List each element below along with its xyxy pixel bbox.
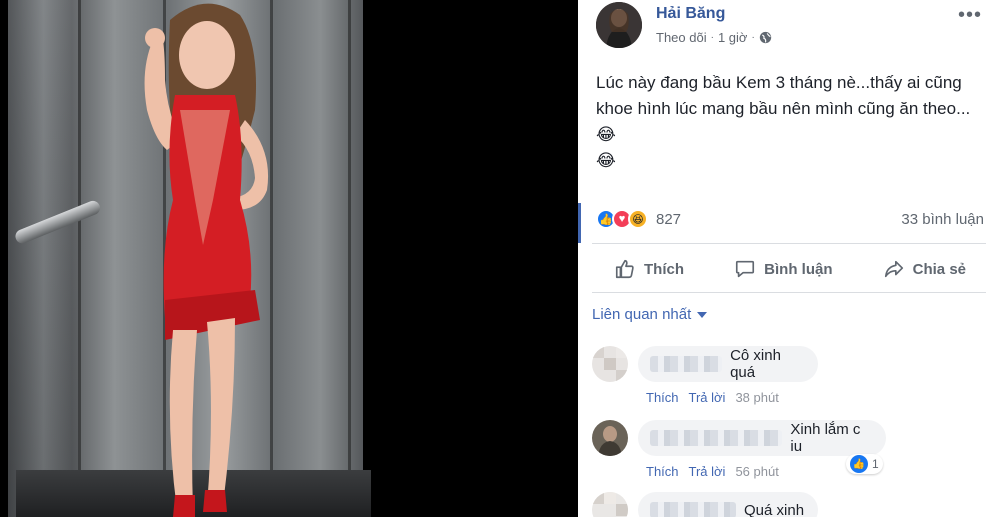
comment-label: Bình luận <box>764 260 833 278</box>
reaction-summary[interactable]: 👍 ♥ 😆 827 33 bình luận <box>596 206 984 232</box>
comment-button[interactable]: Bình luận <box>716 258 850 280</box>
reaction-count[interactable]: 827 <box>656 211 681 228</box>
thumbs-up-icon <box>615 259 634 279</box>
author-name[interactable]: Hải Băng <box>656 5 725 23</box>
globe-icon <box>759 31 771 44</box>
comment-text: Quá xinh <box>744 501 805 517</box>
comment-reply-link[interactable]: Trả lời <box>689 390 726 405</box>
comment-like-count: 1 <box>872 457 879 471</box>
caret-down-icon <box>697 311 708 318</box>
comment-bubble: Xinh lắm c iu <box>638 420 886 456</box>
comment-sort-dropdown[interactable]: Liên quan nhất <box>592 306 708 323</box>
comment-like-link[interactable]: Thích <box>646 464 679 479</box>
commenter-avatar[interactable] <box>592 492 628 517</box>
share-label: Chia sẻ <box>912 260 966 278</box>
share-icon <box>884 260 903 278</box>
blurred-commenter-name[interactable] <box>650 356 723 372</box>
more-options-icon[interactable]: ••• <box>958 4 982 27</box>
blurred-commenter-name[interactable] <box>650 430 783 446</box>
commenter-avatar[interactable] <box>592 346 628 382</box>
follow-link[interactable]: Theo dõi <box>656 30 707 45</box>
post-meta: Theo dõi · 1 giờ · <box>656 30 772 45</box>
comment-icon <box>736 260 755 278</box>
comment-time[interactable]: 38 phút <box>735 390 778 405</box>
comment-meta: Thích Trả lời 56 phút <box>646 464 779 479</box>
blurred-commenter-name[interactable] <box>650 502 736 517</box>
post-header: Hải Băng Theo dõi · 1 giờ · ••• <box>596 0 1000 52</box>
focus-accent-bar <box>578 203 581 243</box>
comment-like-badge[interactable]: 👍 1 <box>846 454 883 474</box>
post-text: Lúc này đang bầu Kem 3 tháng nè...thấy a… <box>596 70 988 174</box>
like-label: Thích <box>644 260 684 278</box>
comment-time[interactable]: 56 phút <box>735 464 778 479</box>
post-text-line: khoe hình lúc mang bầu nên mình cũng ăn … <box>596 99 971 144</box>
meta-separator: · <box>751 32 755 43</box>
post-time[interactable]: 1 giờ <box>718 30 748 45</box>
post-actions: Thích Bình luận Chia sẻ <box>596 248 984 290</box>
like-reaction-icon: 👍 <box>850 455 868 473</box>
post-panel: Hải Băng Theo dõi · 1 giờ · ••• Lúc này … <box>578 0 1000 517</box>
comment-count[interactable]: 33 bình luận <box>901 211 984 228</box>
share-button[interactable]: Chia sẻ <box>865 258 984 280</box>
post-text-line: 😂 <box>596 151 616 170</box>
comment-meta: Thích Trả lời 38 phút <box>646 390 779 405</box>
comment-text: Cô xinh quá <box>730 347 781 381</box>
comment-sort-label: Liên quan nhất <box>592 306 692 323</box>
comment-text: Xinh lắm c iu <box>790 421 861 455</box>
meta-separator: · <box>710 32 714 43</box>
divider <box>592 243 986 244</box>
comment-like-link[interactable]: Thích <box>646 390 679 405</box>
comment-reply-link[interactable]: Trả lời <box>689 464 726 479</box>
post-text-line: Lúc này đang bầu Kem 3 tháng nè...thấy a… <box>596 73 962 92</box>
comment-bubble: Cô xinh quá <box>638 346 818 382</box>
divider <box>592 292 986 293</box>
like-button[interactable]: Thích <box>596 258 702 280</box>
woman-figure <box>144 3 269 517</box>
commenter-avatar[interactable] <box>592 420 628 456</box>
comment-bubble: Quá xinh <box>638 492 818 517</box>
haha-reaction-icon: 😆 <box>628 209 648 229</box>
post-photo[interactable] <box>0 0 578 517</box>
author-avatar[interactable] <box>596 2 642 48</box>
reaction-icons: 👍 ♥ 😆 <box>596 209 648 229</box>
